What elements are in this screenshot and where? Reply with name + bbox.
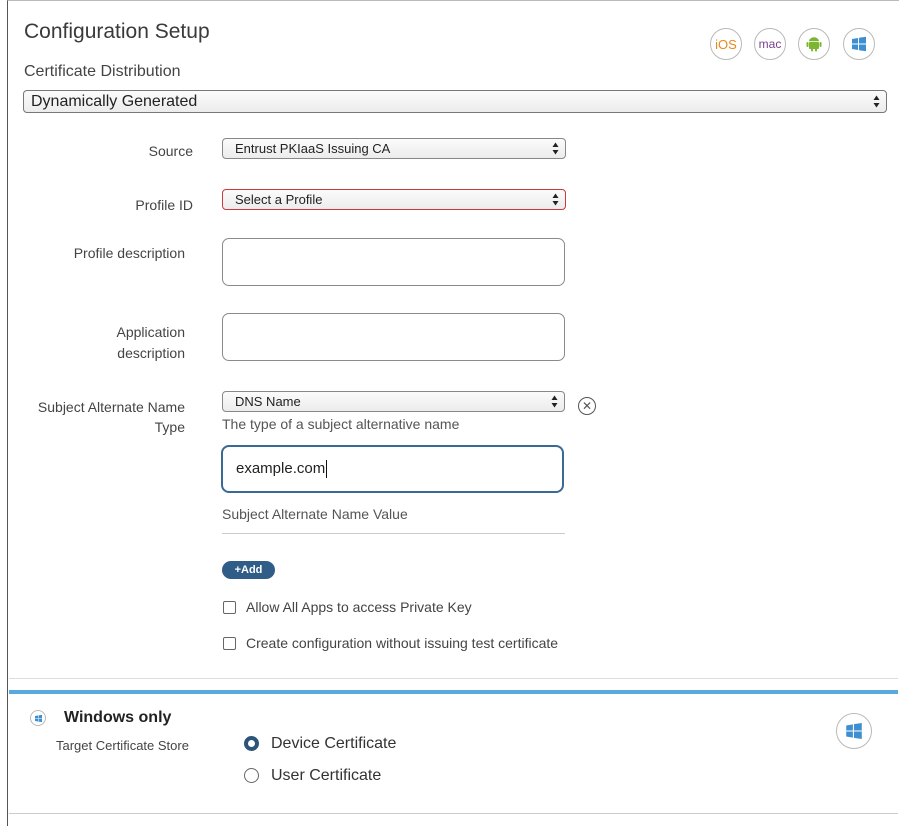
remove-san-button[interactable]: ✕ xyxy=(578,397,596,415)
san-value-input[interactable]: example.com xyxy=(221,445,564,493)
select-arrows-icon xyxy=(551,395,558,408)
source-select[interactable]: Entrust PKIaaS Issuing CA xyxy=(222,138,566,159)
profile-id-select[interactable]: Select a Profile xyxy=(222,189,566,210)
profile-description-field[interactable] xyxy=(222,238,565,286)
application-description-label-line2: description xyxy=(117,345,185,361)
device-certificate-radio[interactable] xyxy=(244,736,259,751)
select-arrows-icon xyxy=(552,142,559,155)
profile-description-label: Profile description xyxy=(73,245,185,261)
device-certificate-label: Device Certificate xyxy=(271,735,397,752)
ios-label: iOS xyxy=(715,36,737,52)
distribution-select-value: Dynamically Generated xyxy=(31,93,198,110)
page-title: Configuration Setup xyxy=(24,20,210,43)
source-select-value: Entrust PKIaaS Issuing CA xyxy=(235,141,391,156)
no-test-certificate-label: Create configuration without issuing tes… xyxy=(246,635,559,651)
select-arrows-icon xyxy=(552,193,559,206)
san-divider xyxy=(222,533,565,534)
profile-id-select-value: Select a Profile xyxy=(235,192,323,207)
section-subtitle: Certificate Distribution xyxy=(24,63,181,80)
section-divider xyxy=(9,678,898,679)
android-icon xyxy=(806,37,822,52)
target-store-label: Target Certificate Store xyxy=(56,738,189,753)
san-type-label: Subject Alternate Name Type xyxy=(20,397,185,437)
distribution-select[interactable]: Dynamically Generated xyxy=(23,90,887,113)
no-test-certificate-checkbox[interactable] xyxy=(223,637,236,650)
android-button[interactable] xyxy=(798,28,830,60)
san-value-hint: Subject Alternate Name Value xyxy=(222,506,408,522)
select-arrows-icon xyxy=(873,95,880,108)
profile-id-label: Profile ID xyxy=(135,197,193,213)
san-type-hint: The type of a subject alternative name xyxy=(222,416,460,432)
application-description-field[interactable] xyxy=(222,313,565,361)
application-description-label: Application description xyxy=(20,322,186,364)
san-type-label-line1: Subject Alternate Name xyxy=(37,399,185,415)
user-certificate-label: User Certificate xyxy=(271,767,382,784)
windows-icon xyxy=(846,723,862,739)
windows-small-badge xyxy=(30,710,46,726)
allow-all-apps-checkbox[interactable] xyxy=(223,601,236,614)
mac-button[interactable]: mac xyxy=(754,28,786,60)
san-type-select-value: DNS Name xyxy=(235,394,301,409)
source-label: Source xyxy=(148,143,193,159)
windows-button[interactable] xyxy=(843,28,875,60)
user-certificate-radio[interactable] xyxy=(244,768,259,783)
windows-icon xyxy=(34,714,42,722)
text-caret xyxy=(326,460,328,479)
add-button[interactable]: +Add xyxy=(222,561,275,579)
san-type-label-line2: Type xyxy=(154,419,185,435)
close-icon: ✕ xyxy=(581,399,593,413)
windows-icon xyxy=(852,36,866,52)
san-type-select[interactable]: DNS Name xyxy=(222,391,565,412)
ios-button[interactable]: iOS xyxy=(710,28,742,60)
windows-panel-title: Windows only xyxy=(64,709,172,726)
mac-label: mac xyxy=(758,37,782,51)
allow-all-apps-label: Allow All Apps to access Private Key xyxy=(246,599,472,615)
application-description-label-line1: Application xyxy=(116,324,186,340)
san-value-text: example.com xyxy=(236,460,326,477)
windows-panel-badge xyxy=(836,713,872,749)
